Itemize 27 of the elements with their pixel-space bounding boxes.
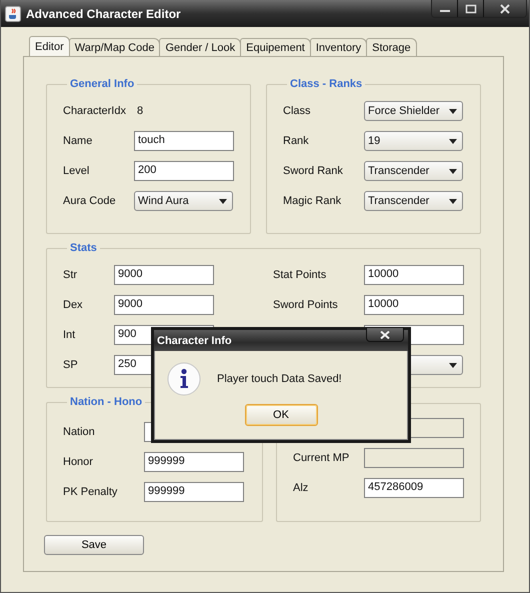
group-title: Class - Ranks [289, 78, 364, 90]
field-label: Str [63, 269, 78, 281]
field-label: Sword Rank [283, 165, 344, 177]
field-label: SP [63, 359, 79, 371]
dialog-message: Player touch Data Saved! [217, 373, 342, 385]
group-title: General Info [69, 78, 136, 90]
field-label: Level [63, 165, 90, 177]
field-label: Stat Points [273, 269, 328, 281]
field-label: Dex [63, 299, 84, 311]
field-label: Class [283, 105, 312, 117]
field-label: Aura Code [63, 195, 117, 207]
field-label: Name [63, 135, 94, 147]
field-label: Current MP [293, 452, 350, 464]
field-label: Nation [63, 426, 96, 438]
field-label: Sword Points [273, 299, 339, 311]
dialog-title: Character Info [157, 334, 232, 346]
field-label: Magic Rank [283, 195, 342, 207]
field-label: Alz [293, 482, 310, 494]
field-label: PK Penalty [63, 486, 118, 498]
field-label: Int [63, 329, 76, 341]
window-title: Advanced Character Editor [26, 6, 181, 20]
group-title: Nation - Hono [69, 396, 144, 408]
field-label: Honor [63, 456, 94, 468]
field-label: CharacterIdx [63, 105, 127, 117]
value-text: 8 [136, 105, 144, 117]
field-label: Rank [283, 135, 310, 147]
group-title: Stats [69, 242, 98, 254]
